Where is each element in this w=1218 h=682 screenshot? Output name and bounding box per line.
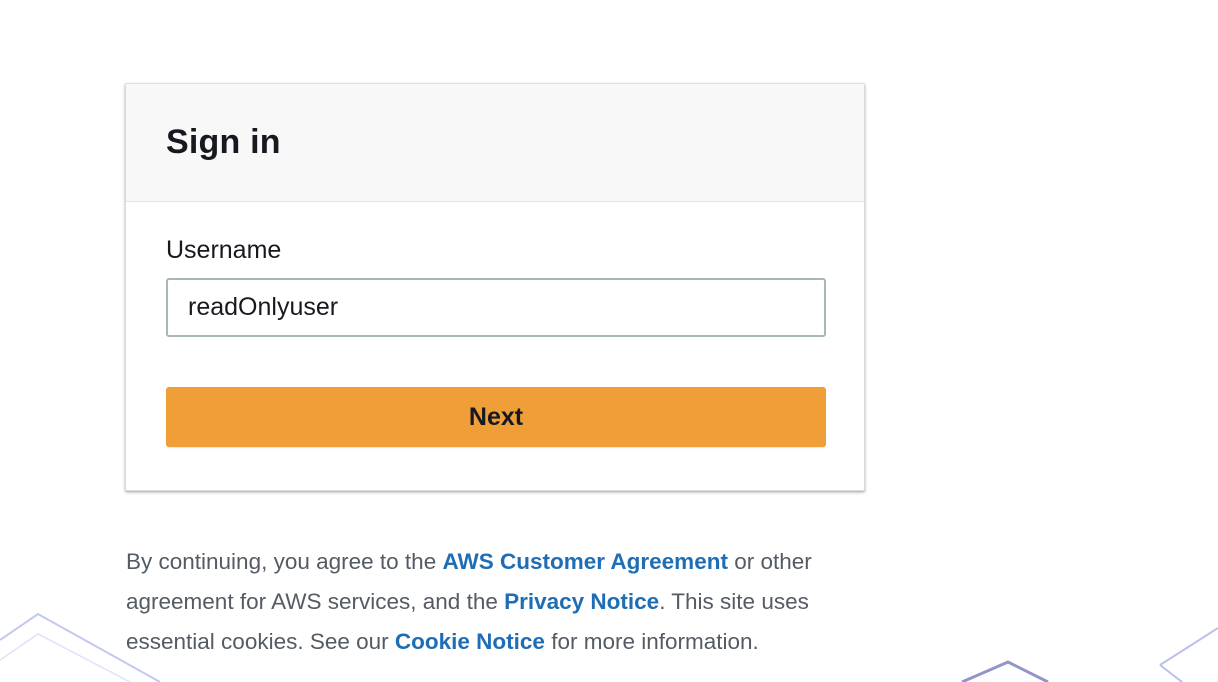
legal-notice: By continuing, you agree to the AWS Cust… [126, 542, 886, 662]
sign-in-page: Sign in Username Next By continuing, you… [0, 0, 1218, 682]
decor-line-left-inner [0, 633, 131, 682]
decor-line-right-inner [1159, 664, 1183, 682]
customer-agreement-link[interactable]: AWS Customer Agreement [442, 549, 727, 574]
privacy-notice-link[interactable]: Privacy Notice [504, 589, 659, 614]
next-button[interactable]: Next [166, 387, 826, 447]
decor-line-right [1159, 627, 1218, 666]
sign-in-card: Sign in Username Next [125, 83, 865, 491]
legal-text-1: By continuing, you agree to the [126, 549, 443, 574]
cookie-notice-link[interactable]: Cookie Notice [395, 629, 545, 654]
decor-line-center [961, 660, 1049, 682]
username-label: Username [166, 236, 282, 264]
card-body: Username Next [126, 202, 864, 447]
legal-text-4: for more information. [544, 629, 759, 654]
username-input[interactable] [166, 278, 826, 337]
card-header: Sign in [126, 84, 864, 202]
page-title: Sign in [166, 123, 281, 161]
